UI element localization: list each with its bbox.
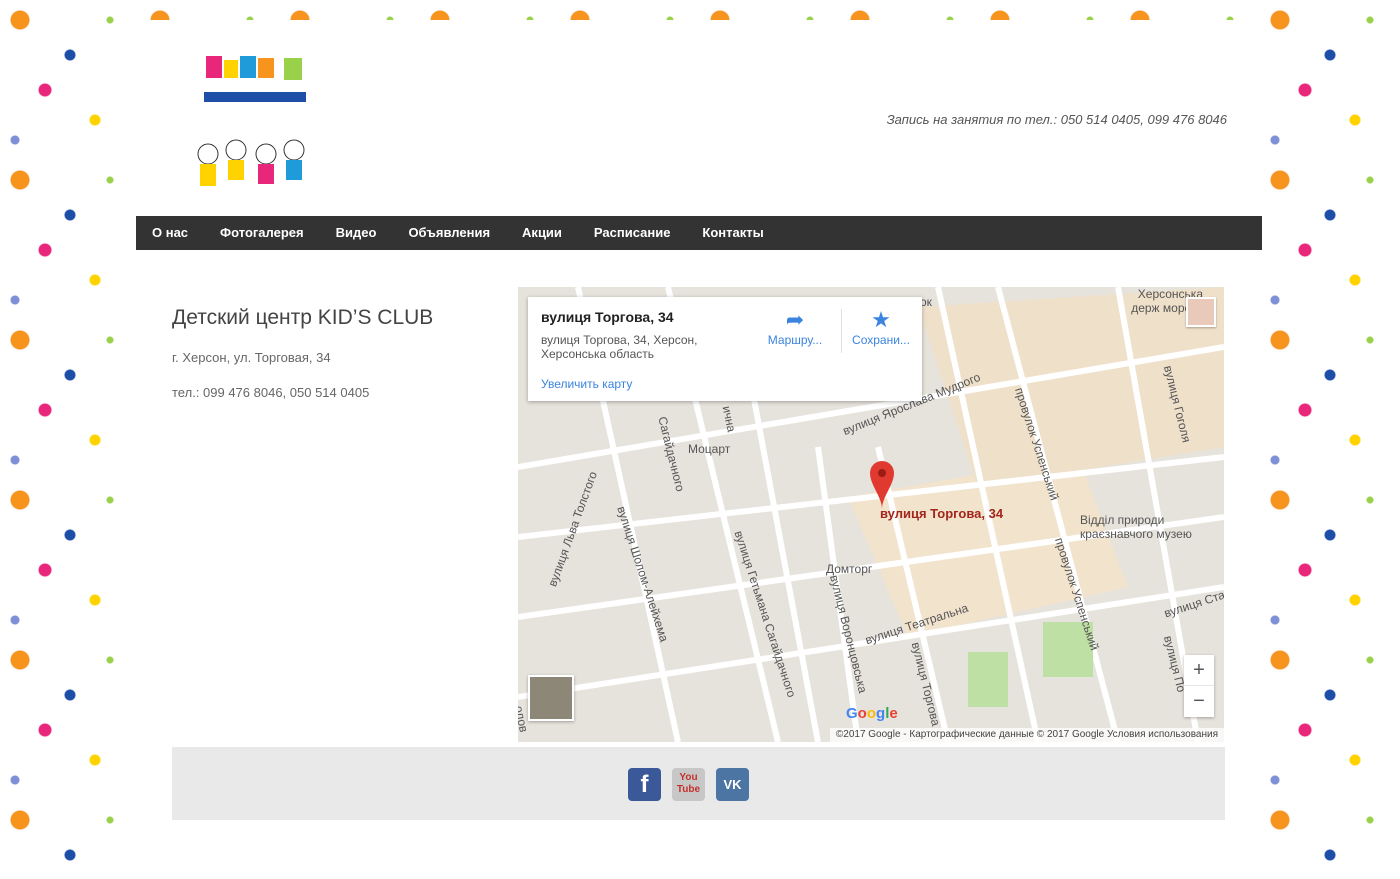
google-logo: Google xyxy=(846,705,898,722)
map-pin-label[interactable]: вулиця Торгова, 34 xyxy=(880,506,1003,521)
map-info-card: вулиця Торгова, 34 вулиця Торгова, 34, Х… xyxy=(528,297,922,401)
nav-item-contacts[interactable]: Контакты xyxy=(686,216,779,250)
nav-item-announcements[interactable]: Объявления xyxy=(392,216,506,250)
save-place-button[interactable]: ★ Сохрани... xyxy=(841,307,921,347)
map-card-address: вулиця Торгова, 34, Херсон, Херсонська о… xyxy=(541,333,698,361)
vk-icon[interactable]: VK xyxy=(716,768,749,801)
map-attribution[interactable]: ©2017 Google - Картографические данные ©… xyxy=(829,728,1224,742)
main-nav: О нас Фотогалерея Видео Объявления Акции… xyxy=(136,216,1262,250)
social-links: f You Tube VK xyxy=(628,768,749,801)
map-label-mozart: Моцарт xyxy=(688,442,731,456)
nav-item-schedule[interactable]: Расписание xyxy=(578,216,687,250)
nav-item-gallery[interactable]: Фотогалерея xyxy=(204,216,320,250)
directions-label: Маршру... xyxy=(767,333,823,347)
zoom-in-button[interactable]: + xyxy=(1184,655,1214,686)
map-label-museum: Відділ природи краєзнавчого музею xyxy=(1080,513,1192,541)
nav-item-video[interactable]: Видео xyxy=(320,216,393,250)
directions-button[interactable]: ➦ Маршру... xyxy=(755,307,835,347)
nav-item-about[interactable]: О нас xyxy=(136,216,204,250)
contact-address: г. Херсон, ул. Торговая, 34 xyxy=(172,350,331,365)
contact-info: Детский центр KID’S CLUB г. Херсон, ул. … xyxy=(172,306,492,420)
directions-icon: ➦ xyxy=(785,307,805,332)
satellite-toggle[interactable] xyxy=(528,675,574,721)
map-label-domtorg: Домторг xyxy=(826,562,873,576)
phone-line: Запись на занятия по тел.: 050 514 0405,… xyxy=(886,112,1227,127)
zoom-out-button[interactable]: − xyxy=(1184,686,1214,716)
facebook-icon[interactable]: f xyxy=(628,768,661,801)
save-label: Сохрани... xyxy=(852,333,910,347)
star-icon: ★ xyxy=(871,307,891,332)
map-card-title: вулиця Торгова, 34 xyxy=(541,309,674,325)
kids-club-logo[interactable] xyxy=(188,52,316,212)
contact-phone: тел.: 099 476 8046, 050 514 0405 xyxy=(172,385,370,400)
enlarge-map-link[interactable]: Увеличить карту xyxy=(541,377,632,391)
user-avatar[interactable] xyxy=(1186,297,1216,327)
nav-item-promotions[interactable]: Акции xyxy=(506,216,578,250)
contact-title: Детский центр KID’S CLUB xyxy=(172,306,434,329)
zoom-control: + − xyxy=(1184,655,1214,717)
youtube-icon[interactable]: You Tube xyxy=(672,768,705,801)
google-map[interactable]: Херсонська держ морсьь ок Відділ природи… xyxy=(518,287,1224,742)
footer: f You Tube VK xyxy=(172,747,1225,820)
page-container: Запись на занятия по тел.: 050 514 0405,… xyxy=(136,20,1262,879)
